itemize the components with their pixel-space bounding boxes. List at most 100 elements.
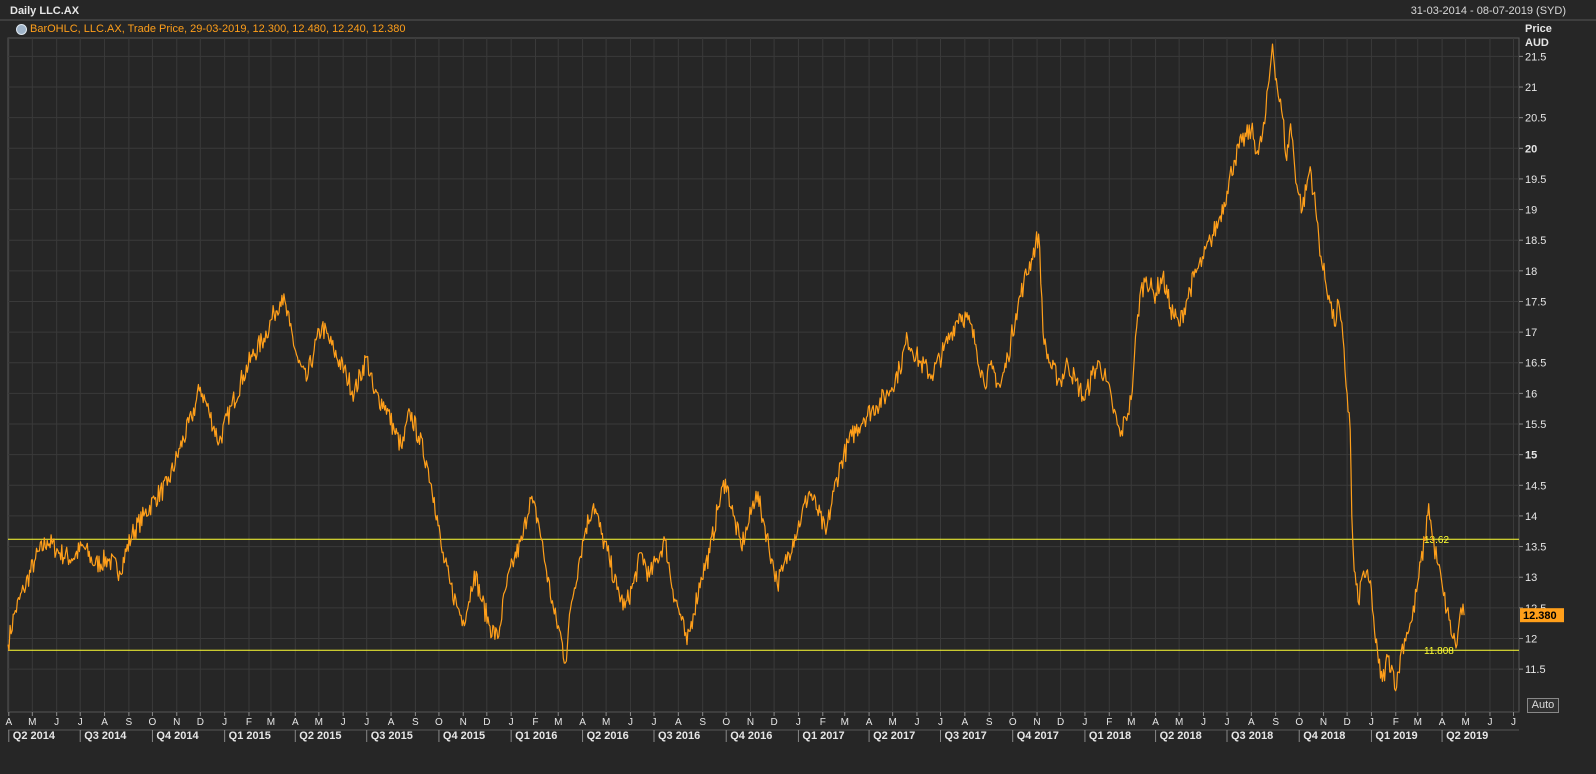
month-label: J xyxy=(509,717,514,728)
month-label: S xyxy=(699,717,706,728)
month-label: M xyxy=(28,717,36,728)
y-axis-title-line: Price xyxy=(1525,23,1552,35)
chart-grid xyxy=(0,19,1596,713)
month-label: S xyxy=(126,717,133,728)
month-label: M xyxy=(1414,717,1422,728)
legend-text: BarOHLC, LLC.AX, Trade Price, 29-03-2019… xyxy=(30,23,406,35)
month-label: S xyxy=(986,717,993,728)
y-tick-label: 20 xyxy=(1525,143,1537,155)
quarter-label: Q1 2017 xyxy=(802,730,844,742)
month-label: M xyxy=(1127,717,1135,728)
price-chart: 13.6211.808 11.51212.51313.51414.51515.5… xyxy=(0,19,1596,742)
month-label: J xyxy=(796,717,801,728)
month-label: M xyxy=(267,717,275,728)
month-label: M xyxy=(841,717,849,728)
y-tick-label: 18 xyxy=(1525,266,1537,278)
month-label: S xyxy=(1272,717,1279,728)
y-tick-label: 19 xyxy=(1525,205,1537,217)
month-label: J xyxy=(1487,717,1492,728)
month-label: F xyxy=(820,717,826,728)
y-axis: 11.51212.51313.51414.51515.51616.51717.5… xyxy=(1519,51,1564,676)
quarter-label: Q2 2017 xyxy=(873,730,915,742)
quarter-label: Q3 2016 xyxy=(658,730,700,742)
quarter-label: Q2 2014 xyxy=(13,730,56,742)
month-label: N xyxy=(460,717,467,728)
month-label: A xyxy=(961,717,968,728)
month-label: J xyxy=(914,717,919,728)
month-label: D xyxy=(1343,717,1350,728)
y-tick-label: 21 xyxy=(1525,82,1537,94)
level-label: 13.62 xyxy=(1424,535,1449,546)
quarter-label: Q1 2018 xyxy=(1089,730,1131,742)
y-tick-label: 14 xyxy=(1525,511,1537,523)
month-label: D xyxy=(483,717,490,728)
y-tick-label: 16 xyxy=(1525,388,1537,400)
month-label: N xyxy=(747,717,754,728)
month-label: D xyxy=(197,717,204,728)
month-label: J xyxy=(341,717,346,728)
quarter-label: Q3 2017 xyxy=(945,730,987,742)
month-label: A xyxy=(579,717,586,728)
y-tick-label: 16.5 xyxy=(1525,358,1546,370)
quarter-label: Q3 2014 xyxy=(84,730,127,742)
y-tick-label: 13.5 xyxy=(1525,542,1546,554)
month-label: M xyxy=(315,717,323,728)
y-tick-label: 18.5 xyxy=(1525,235,1546,247)
quarter-label: Q3 2018 xyxy=(1231,730,1273,742)
quarter-label: Q1 2019 xyxy=(1375,730,1417,742)
month-label: J xyxy=(628,717,633,728)
level-label: 11.808 xyxy=(1424,646,1454,657)
month-label: A xyxy=(1152,717,1159,728)
series-legend[interactable]: BarOHLC, LLC.AX, Trade Price, 29-03-2019… xyxy=(16,23,405,35)
y-tick-label: 17 xyxy=(1525,327,1537,339)
quarter-label: Q3 2015 xyxy=(371,730,413,742)
month-label: J xyxy=(652,717,657,728)
date-range: 31-03-2014 - 08-07-2019 (SYD) xyxy=(1410,5,1566,17)
month-label: F xyxy=(1106,717,1112,728)
y-tick-label: 19.5 xyxy=(1525,174,1546,186)
month-label: M xyxy=(602,717,610,728)
month-label: A xyxy=(101,717,108,728)
month-label: O xyxy=(722,717,730,728)
month-label: J xyxy=(364,717,369,728)
month-label: O xyxy=(435,717,443,728)
month-label: M xyxy=(1175,717,1183,728)
y-tick-label: 17.5 xyxy=(1525,296,1546,308)
month-label: A xyxy=(866,717,873,728)
month-label: J xyxy=(1369,717,1374,728)
month-label: D xyxy=(1057,717,1064,728)
y-tick-label: 21.5 xyxy=(1525,51,1546,63)
month-label: J xyxy=(1082,717,1087,728)
month-label: O xyxy=(1295,717,1303,728)
month-label: S xyxy=(412,717,419,728)
month-label: O xyxy=(149,717,157,728)
month-label: M xyxy=(888,717,896,728)
month-label: M xyxy=(554,717,562,728)
month-label: A xyxy=(675,717,682,728)
y-tick-label: 12 xyxy=(1525,633,1537,645)
month-label: F xyxy=(246,717,252,728)
auto-scale-button[interactable]: Auto xyxy=(1527,698,1559,713)
month-label: A xyxy=(292,717,299,728)
month-label: O xyxy=(1009,717,1017,728)
month-label: A xyxy=(388,717,395,728)
y-tick-label: 14.5 xyxy=(1525,480,1546,492)
price-series xyxy=(7,43,1465,692)
chart-title: Daily LLC.AX xyxy=(10,5,80,17)
legend-globe-icon[interactable] xyxy=(16,23,27,35)
month-label: A xyxy=(1248,717,1255,728)
quarter-label: Q2 2016 xyxy=(587,730,629,742)
y-axis-title: Price AUD xyxy=(1525,22,1552,50)
price-line xyxy=(7,43,1465,692)
month-label: J xyxy=(1225,717,1230,728)
month-label: J xyxy=(938,717,943,728)
month-label: J xyxy=(222,717,227,728)
quarter-label: Q1 2015 xyxy=(229,730,271,742)
quarter-label: Q4 2017 xyxy=(1017,730,1059,742)
month-label: A xyxy=(5,717,12,728)
quarter-label: Q1 2016 xyxy=(515,730,557,742)
month-label: N xyxy=(1033,717,1040,728)
y-tick-label: 20.5 xyxy=(1525,113,1546,125)
y-tick-label: 15 xyxy=(1525,450,1537,462)
month-label: M xyxy=(1461,717,1469,728)
